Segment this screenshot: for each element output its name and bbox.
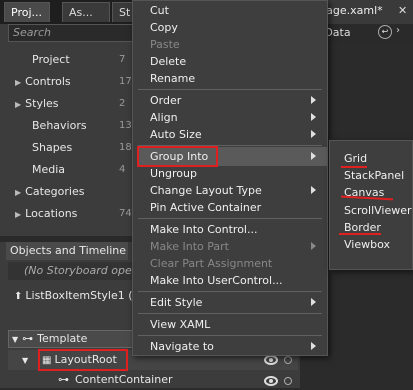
eye-pupil: [269, 358, 273, 362]
menu-item-rename[interactable]: Rename: [150, 70, 195, 87]
style-tree-item[interactable]: ⬆ ListBoxItemStyle1 (L: [14, 286, 139, 306]
storyboard-picker[interactable]: (No Storyboard open): [8, 262, 133, 280]
category-label: Media: [32, 163, 66, 176]
expand-arrow-icon: ▼: [22, 356, 29, 365]
category-media[interactable]: Media: [15, 160, 65, 180]
submenu-arrow-icon: [311, 113, 316, 121]
category-label: Behaviors: [32, 119, 87, 132]
expand-arrow-icon: ▶: [15, 188, 22, 197]
layoutroot-label-row: ▦ LayoutRoot: [42, 350, 117, 370]
lock-toggle-icon[interactable]: [284, 356, 292, 364]
menu-item-copy[interactable]: Copy: [150, 19, 178, 36]
submenu-arrow-icon: [311, 130, 316, 138]
grid-icon: ▦: [42, 355, 52, 366]
eye-pupil: [269, 379, 273, 383]
category-count: 7: [119, 54, 126, 65]
menu-separator: [138, 291, 322, 292]
menu-item-align[interactable]: Align: [150, 109, 178, 126]
menu-separator: [138, 218, 322, 219]
menu-item-ungroup[interactable]: Ungroup: [150, 165, 197, 182]
submenu-arrow-icon: [311, 342, 316, 350]
close-icon[interactable]: ✕: [398, 4, 407, 17]
category-locations[interactable]: ▶ Locations: [15, 204, 77, 224]
category-count: 4: [119, 164, 126, 175]
submenu-arrow-icon: [311, 186, 316, 194]
expand-arrow-icon: ▼: [12, 335, 19, 344]
category-label: Styles: [25, 97, 59, 110]
link-icon: ⊶: [58, 373, 69, 386]
content-container-label: ContentContainer: [75, 373, 173, 386]
category-project[interactable]: Project: [15, 50, 70, 70]
category-label: Locations: [25, 207, 78, 220]
submenu-arrow-icon: [311, 242, 316, 250]
group-into-annotation-box: [137, 146, 218, 167]
category-count: 17: [119, 76, 132, 87]
menu-item-make-into-control[interactable]: Make Into Control...: [150, 221, 257, 238]
category-count: 13: [119, 120, 132, 131]
nav-back-icon[interactable]: ↩: [378, 25, 392, 39]
up-arrow-icon: ⬆: [14, 291, 23, 302]
chevron-right-icon[interactable]: ›: [396, 25, 400, 36]
menu-separator: [138, 335, 322, 336]
category-label: Shapes: [32, 141, 73, 154]
menu-item-auto-size[interactable]: Auto Size: [150, 126, 202, 143]
category-count: 74: [119, 208, 132, 219]
menu-item-pin-active-container[interactable]: Pin Active Container: [150, 199, 261, 216]
menu-item-cut[interactable]: Cut: [150, 2, 169, 19]
menu-item-change-layout-type[interactable]: Change Layout Type: [150, 182, 262, 199]
submenu-arrow-icon: [311, 298, 316, 306]
expand-arrow-icon: ▶: [15, 78, 22, 87]
menu-item-clear-part-assignment[interactable]: Clear Part Assignment: [150, 255, 272, 272]
category-styles[interactable]: ▶ Styles: [15, 94, 59, 114]
tab-assets[interactable]: As...: [62, 2, 110, 22]
category-controls[interactable]: ▶ Controls: [15, 72, 71, 92]
category-label: Controls: [25, 75, 71, 88]
layoutroot-label: LayoutRoot: [54, 353, 117, 366]
category-count: 18: [119, 142, 132, 153]
category-label: Categories: [25, 185, 85, 198]
menu-separator: [138, 89, 322, 90]
tab-states[interactable]: St: [112, 2, 134, 22]
menu-item-navigate-to[interactable]: Navigate to: [150, 338, 214, 355]
expand-arrow-icon: ▶: [15, 100, 22, 109]
menu-item-edit-style[interactable]: Edit Style: [150, 294, 202, 311]
menu-item-view-xaml[interactable]: View XAML: [150, 316, 210, 333]
category-count: 2: [119, 98, 126, 109]
category-behaviors[interactable]: Behaviors: [15, 116, 87, 136]
style-item-label: ListBoxItemStyle1 (L: [25, 289, 139, 302]
lock-toggle-icon[interactable]: [284, 377, 292, 385]
menu-item-delete[interactable]: Delete: [150, 53, 186, 70]
submenu-arrow-icon: [311, 96, 316, 104]
content-container-tree-item[interactable]: ⊶ ContentContainer: [58, 370, 173, 390]
link-icon: ⊶: [22, 332, 34, 345]
menu-item-make-into-part[interactable]: Make Into Part: [150, 238, 229, 255]
objects-timeline-tab[interactable]: Objects and Timeline: [10, 242, 126, 260]
menu-item-paste[interactable]: Paste: [150, 36, 180, 53]
layoutroot-tree-item[interactable]: ▼: [22, 350, 30, 370]
template-label: Template: [37, 332, 88, 345]
expand-arrow-icon: ▶: [15, 210, 22, 219]
tab-projects[interactable]: Proj...: [4, 2, 50, 22]
menu-separator: [138, 313, 322, 314]
template-tree-item[interactable]: ▼ ⊶ Template: [12, 329, 87, 349]
category-shapes[interactable]: Shapes: [15, 138, 72, 158]
menu-item-order[interactable]: Order: [150, 92, 181, 109]
search-input[interactable]: Search: [8, 24, 133, 42]
menu-item-make-into-usercontrol[interactable]: Make Into UserControl...: [150, 272, 283, 289]
submenu-arrow-icon: [311, 152, 316, 160]
category-label: Project: [32, 53, 70, 66]
category-categories[interactable]: ▶ Categories: [15, 182, 84, 202]
submenu-item-viewbox[interactable]: Viewbox: [344, 235, 390, 254]
